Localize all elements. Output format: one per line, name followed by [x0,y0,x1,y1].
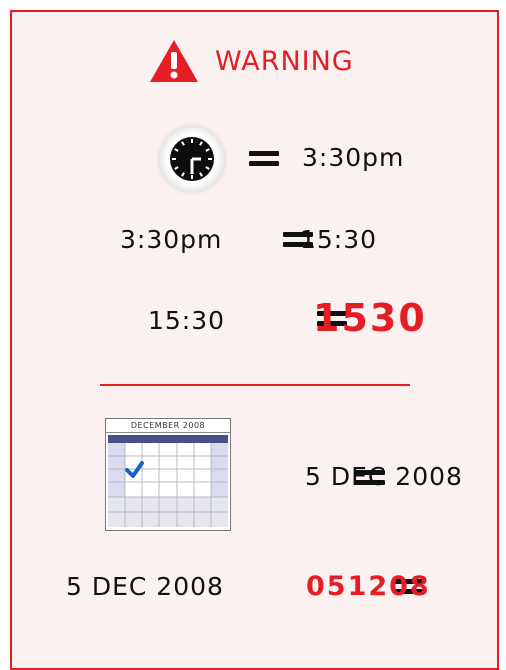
rule-3-result: 1530 [313,296,427,340]
calendar-icon: DECEMBER 2008 [105,418,231,531]
rule-2-input: 3:30pm [120,225,223,254]
rule-3-input: 15:30 [148,306,226,335]
warning-title: WARNING [215,46,354,77]
calendar-title: DECEMBER 2008 [106,419,230,433]
warning-triangle-icon [148,38,200,88]
rule-4-result: 5 DEC 2008 [305,462,463,491]
section-divider [100,384,410,386]
rule-5-input: 5 DEC 2008 [66,572,224,601]
rule-5-result: 051208 [306,571,431,602]
rule-1-result: 3:30pm [302,143,405,172]
rule-2-result: 15:30 [300,225,378,254]
equals-sign-1 [249,150,279,168]
clock-icon [160,127,224,191]
